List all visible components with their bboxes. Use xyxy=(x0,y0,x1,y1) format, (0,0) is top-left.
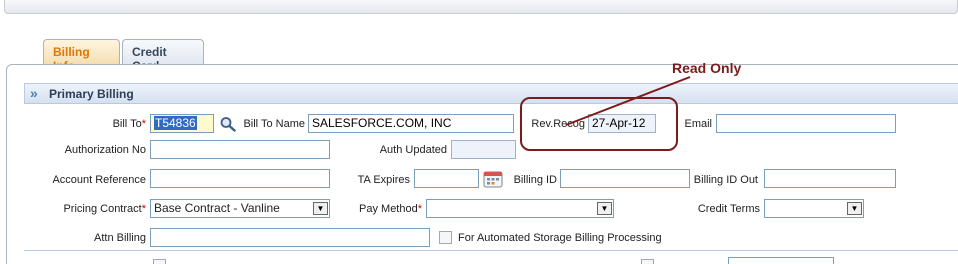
read-only-annotation: Read Only xyxy=(672,60,742,76)
annotation-arrow xyxy=(565,76,691,126)
